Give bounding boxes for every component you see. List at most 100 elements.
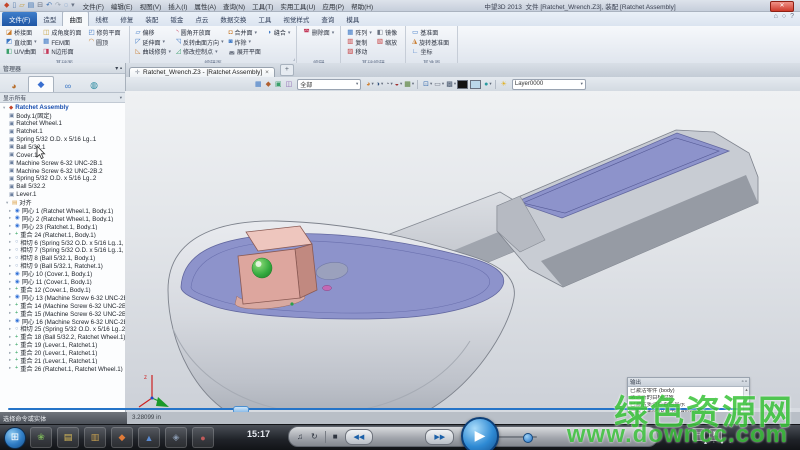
fast-forward-button[interactable]: ▶▶ bbox=[425, 429, 454, 445]
qat-icon[interactable]: ▤ bbox=[28, 2, 35, 9]
rewind-button[interactable]: ◀◀ bbox=[345, 429, 374, 445]
help-icon[interactable]: ⌂ bbox=[774, 13, 778, 20]
tree-constraint-row[interactable]: ▸ ◉ 同心 23 (Ratchet.1, Body.1) bbox=[0, 222, 125, 230]
ribbon-button[interactable]: ◘合并面▾ bbox=[228, 28, 264, 38]
ribbon-tab[interactable]: 曲面 bbox=[62, 11, 89, 26]
qat-icon[interactable]: ◌ bbox=[64, 2, 68, 9]
dialog-launcher-icon[interactable]: ⌟ bbox=[293, 56, 295, 62]
ribbon-button[interactable]: ◪桥接面 bbox=[5, 28, 39, 38]
ribbon-button[interactable]: ▨移动 bbox=[346, 47, 373, 57]
ribbon-button[interactable]: ◗缝合▾ bbox=[267, 28, 291, 38]
tree-constraint-row[interactable]: ▸ + 重合 26 (Ratchet.1, Ratchet Wheel.1) bbox=[0, 364, 125, 372]
menu-item[interactable]: 帮助(H) bbox=[351, 1, 373, 11]
ribbon-button[interactable]: ◛展开平面 bbox=[228, 47, 264, 57]
ribbon-button[interactable]: ◙炸除▾ bbox=[228, 38, 264, 48]
menu-item[interactable]: 文件(F) bbox=[83, 1, 104, 11]
tree-component-row[interactable]: ▣ Ratchet.1 bbox=[0, 128, 125, 136]
ribbon-button[interactable]: ◨N边形面 bbox=[42, 47, 84, 57]
new-tab-button[interactable]: + bbox=[280, 64, 294, 76]
tree-constraint-row[interactable]: ▸ + 重合 12 (Cover.1, Body.1) bbox=[0, 285, 125, 293]
ribbon-button[interactable]: ▱偏移 bbox=[135, 28, 173, 38]
qat-icon[interactable]: ↶ bbox=[46, 2, 52, 9]
menu-item[interactable]: 视图(V) bbox=[140, 1, 162, 11]
menu-item[interactable]: 属性(A) bbox=[194, 1, 216, 11]
render-mode-button[interactable]: ◑▾ bbox=[374, 81, 384, 88]
render-mode-button[interactable]: ▦▾ bbox=[402, 81, 414, 88]
qat-icon[interactable]: ▯ bbox=[12, 2, 16, 9]
ribbon-button[interactable]: ▥复制 bbox=[346, 38, 373, 48]
render-mode-button[interactable]: ◕▾ bbox=[364, 81, 374, 88]
menu-item[interactable]: 插入(I) bbox=[168, 1, 187, 11]
manager-tab-icon[interactable]: ◆ bbox=[28, 76, 54, 92]
menu-item[interactable]: 实用工具(U) bbox=[280, 1, 315, 11]
stop-button[interactable]: ■ bbox=[333, 433, 338, 441]
tree-constraint-row[interactable]: ▸ + 重合 15 (Machine Screw 6-32 UNC-2B.2, … bbox=[0, 309, 125, 317]
ribbon-button[interactable]: ◹反转曲面方向▾ bbox=[175, 38, 225, 48]
tree-constraint-row[interactable]: ▸ ○ 相切 9 (Ball 5/32.1, Ratchet.1) bbox=[0, 262, 125, 270]
ribbon-button[interactable]: ◠圆顶 bbox=[87, 38, 123, 48]
qat-icon[interactable]: ▾ bbox=[71, 2, 75, 9]
tree-component-row[interactable]: ▣ Ball 5/32.1 bbox=[0, 143, 125, 151]
volume-slider-handle[interactable] bbox=[523, 433, 533, 443]
ribbon-button[interactable]: ▦FEM面 bbox=[42, 38, 84, 48]
ribbon-tab[interactable]: 点云 bbox=[189, 12, 214, 26]
manager-tab-icon[interactable]: ◕ bbox=[2, 79, 26, 92]
mute-icon[interactable]: ♫ bbox=[297, 433, 303, 441]
view-tool-icon[interactable]: ▦ bbox=[255, 81, 262, 88]
tree-constraint-row[interactable]: ▸ ◉ 同心 16 (Machine Screw 6-32 UNC-2B.2, … bbox=[0, 317, 125, 325]
play-button[interactable]: ▶ bbox=[461, 417, 499, 450]
qat-icon[interactable]: ▱ bbox=[19, 2, 24, 9]
ribbon-tab[interactable]: 模具 bbox=[340, 12, 365, 26]
ribbon-tab[interactable]: 修复 bbox=[114, 12, 139, 26]
view-option-button[interactable]: ▭▾ bbox=[432, 81, 444, 88]
view-option-button[interactable]: ▩▾ bbox=[444, 81, 456, 88]
menu-item[interactable]: 编辑(E) bbox=[111, 1, 133, 11]
close-button[interactable]: ✕ bbox=[770, 1, 794, 12]
tree-constraint-row[interactable]: ▸ ○ 相切 6 (Spring 5/32 O.D. x 5/16 Lg..1,… bbox=[0, 238, 125, 246]
tree-constraint-row[interactable]: ▸ ○ 相切 7 (Spring 5/32 O.D. x 5/16 Lg..1,… bbox=[0, 246, 125, 254]
tree-component-row[interactable]: ▣ Ball 5/32.2 bbox=[0, 183, 125, 191]
tree-constraint-row[interactable]: ▸ + 重合 19 (Lever.1, Ratchet.1) bbox=[0, 341, 125, 349]
tree-constraint-row[interactable]: ▸ + 重合 24 (Ratchet.1, Body.1) bbox=[0, 230, 125, 238]
ribbon-button[interactable]: ◩直纹面▾ bbox=[5, 38, 39, 48]
help-icon[interactable]: ? bbox=[790, 13, 794, 20]
loop-icon[interactable]: ↻ bbox=[311, 433, 318, 441]
manager-tab-icon[interactable]: ∞ bbox=[56, 79, 80, 92]
tree-constraint-row[interactable]: ▸ ○ 相切 8 (Ball 5/32.1, Body.1) bbox=[0, 254, 125, 262]
ribbon-button[interactable]: ◧镜像 bbox=[376, 28, 400, 38]
ribbon-tab[interactable]: 查询 bbox=[315, 12, 340, 26]
tree-component-row[interactable]: ▣ Machine Screw 6-32 UNC-2B.2 bbox=[0, 167, 125, 175]
layer-bulb-icon[interactable]: ☀ bbox=[501, 81, 507, 88]
ribbon-button[interactable]: ◫成角度的面 bbox=[42, 28, 84, 38]
ribbon-button[interactable]: ◰修剪平面 bbox=[87, 28, 123, 38]
tree-constraint-row[interactable]: ▸ + 重合 20 (Lever.1, Ratchet.1) bbox=[0, 349, 125, 357]
view-option-button[interactable]: ⊡▾ bbox=[421, 81, 432, 88]
tree-component-row[interactable]: ▣ Spring 5/32 O.D. x 5/16 Lg..2 bbox=[0, 175, 125, 183]
ribbon-button[interactable]: ◮旋转基准面 bbox=[411, 38, 452, 48]
taskbar-app-icon[interactable]: ❀ bbox=[30, 427, 52, 448]
ribbon-button[interactable]: ◺曲线修剪▾ bbox=[135, 47, 173, 57]
ribbon-button[interactable]: ▦阵列▾ bbox=[346, 28, 373, 38]
ribbon-button[interactable]: ◧U/V曲面 bbox=[5, 47, 39, 57]
ribbon-tab[interactable]: 钣金 bbox=[164, 12, 189, 26]
tab-close-icon[interactable]: × bbox=[265, 69, 269, 76]
ribbon-tab[interactable]: 工具 bbox=[252, 12, 277, 26]
edge-color-swatch[interactable] bbox=[457, 80, 468, 89]
menu-item[interactable]: 工具(T) bbox=[252, 1, 273, 11]
tree-constraint-row[interactable]: ▸ ○ 相切 25 (Spring 5/32 O.D. x 5/16 Lg..2… bbox=[0, 325, 125, 333]
tree-component-row[interactable]: ▣ Spring 5/32 O.D. x 5/16 Lg..1 bbox=[0, 136, 125, 144]
tree-constraint-row[interactable]: ▸ ◉ 同心 1 (Ratchet Wheel.1, Body.1) bbox=[0, 207, 125, 215]
view-tool-icon[interactable]: ▣ bbox=[275, 81, 282, 88]
ribbon-button[interactable]: ▭基准面 bbox=[411, 28, 452, 38]
tree-component-row[interactable]: ▣ Body.1(固定) bbox=[0, 112, 125, 120]
ribbon-button[interactable]: ◝圆角开放面 bbox=[175, 28, 225, 38]
render-mode-button[interactable]: ◒▾ bbox=[393, 81, 403, 88]
taskbar-app-icon[interactable]: ▥ bbox=[84, 427, 106, 448]
tree-constraint-row[interactable]: ▸ + 重合 18 (Ball 5/32.2, Ratchet Wheel.1) bbox=[0, 333, 125, 341]
tree-constraint-row[interactable]: ▸ ◉ 同心 13 (Machine Screw 6-32 UNC-2B.1, … bbox=[0, 293, 125, 301]
face-color-swatch[interactable] bbox=[470, 80, 481, 89]
tree-component-row[interactable]: ▣ Machine Screw 6-32 UNC-2B.1 bbox=[0, 159, 125, 167]
tree-constraint-row[interactable]: ▸ + 重合 21 (Lever.1, Ratchet.1) bbox=[0, 357, 125, 365]
qat-icon[interactable]: ↷ bbox=[55, 2, 61, 9]
taskbar-app-icon[interactable]: ◈ bbox=[165, 427, 187, 448]
